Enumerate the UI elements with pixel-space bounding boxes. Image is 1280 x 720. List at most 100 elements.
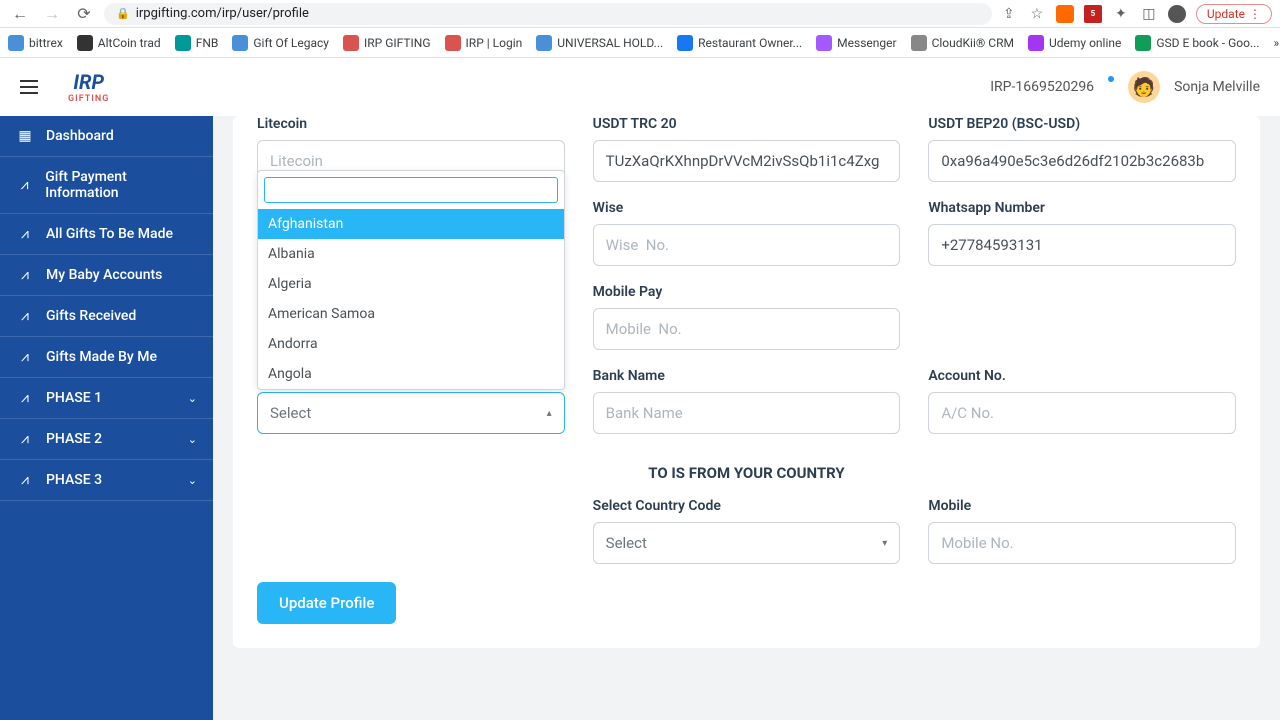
chevron-down-icon: ⌄: [188, 474, 197, 487]
mobile-input[interactable]: [928, 522, 1236, 564]
usdt-trc20-input[interactable]: [593, 140, 901, 182]
app-header: IRP GIFTING IRP-1669520296 🧑 Sonja Melvi…: [0, 58, 1280, 116]
bookmark-item[interactable]: Udemy online: [1028, 35, 1121, 51]
mobile-pay-input[interactable]: [593, 308, 901, 350]
bookmark-favicon-icon: [343, 35, 359, 51]
usdt-trc20-label: USDT TRC 20: [593, 116, 901, 132]
bookmark-item[interactable]: AltCoin trad: [77, 35, 161, 51]
wise-label: Wise: [593, 200, 901, 216]
bookmark-item[interactable]: Messenger: [816, 35, 896, 51]
notification-dot-icon[interactable]: [1108, 76, 1114, 82]
sidebar-item-label: My Baby Accounts: [46, 267, 162, 283]
menu-toggle-button[interactable]: [20, 80, 38, 94]
sidebar-item[interactable]: ⩘ Gift Payment Information: [0, 157, 213, 214]
bookmark-favicon-icon: [536, 35, 552, 51]
sidebar-item[interactable]: ⩘ Gifts Made By Me: [0, 337, 213, 378]
mobile-label: Mobile: [928, 498, 1236, 514]
back-button[interactable]: ←: [8, 2, 32, 26]
logo[interactable]: IRP GIFTING: [68, 70, 109, 104]
chevron-down-icon: ⌄: [188, 433, 197, 446]
sidebar-item-label: Gifts Received: [46, 308, 136, 324]
wise-input[interactable]: [593, 224, 901, 266]
dropdown-option[interactable]: Albania: [258, 239, 564, 269]
litecoin-label: Litecoin: [257, 116, 565, 132]
pulse-icon: ⩘: [16, 177, 33, 193]
url-text: irpgifting.com/irp/user/profile: [136, 6, 309, 21]
bookmark-favicon-icon: [175, 35, 191, 51]
usdt-bep20-input[interactable]: [928, 140, 1236, 182]
extension-b-icon[interactable]: 5: [1084, 5, 1102, 23]
side-panel-icon[interactable]: ◫: [1140, 5, 1158, 23]
bookmark-item[interactable]: FNB: [175, 35, 219, 51]
ac-holder-select[interactable]: Select ▴: [257, 392, 565, 434]
bookmark-item[interactable]: IRP GIFTING: [343, 35, 431, 51]
main-content: Litecoin USDT TRC 20 USDT BEP20 (BSC-USD…: [213, 116, 1280, 720]
bookmark-favicon-icon: [232, 35, 248, 51]
sidebar-item-label: PHASE 1: [46, 390, 102, 406]
dropdown-option[interactable]: Afghanistan: [258, 209, 564, 239]
dropdown-search-input[interactable]: [264, 177, 558, 203]
dropdown-option[interactable]: American Samoa: [258, 299, 564, 329]
sidebar-item[interactable]: ⩘PHASE 2⌄: [0, 419, 213, 460]
kebab-icon: ⋮: [1249, 7, 1261, 21]
pulse-icon: ⩘: [16, 390, 34, 406]
bank-name-input[interactable]: [593, 392, 901, 434]
extensions-icon[interactable]: ✦: [1112, 5, 1130, 23]
star-icon[interactable]: ☆: [1028, 5, 1046, 23]
bookmark-favicon-icon: [911, 35, 927, 51]
bookmark-item[interactable]: GSD E book - Goo...: [1135, 35, 1259, 51]
bookmarks-overflow-icon[interactable]: »: [1273, 36, 1279, 50]
bookmark-favicon-icon: [1135, 35, 1151, 51]
bookmark-item[interactable]: Gift Of Legacy: [232, 35, 329, 51]
bookmark-favicon-icon: [816, 35, 832, 51]
pulse-icon: ⩘: [16, 431, 34, 447]
grid-icon: ▦: [16, 128, 34, 144]
bookmark-item[interactable]: CloudKii® CRM: [911, 35, 1014, 51]
bookmarks-bar: bittrex AltCoin trad FNB Gift Of Legacy IRP …: [0, 28, 1280, 58]
bookmark-favicon-icon: [77, 35, 93, 51]
bookmark-item[interactable]: Restaurant Owner...: [677, 35, 802, 51]
mobile-pay-label: Mobile Pay: [593, 284, 901, 300]
forward-button[interactable]: →: [40, 2, 64, 26]
sidebar-item-label: Gift Payment Information: [45, 169, 197, 201]
pulse-icon: ⩘: [16, 267, 34, 283]
extension-a-icon[interactable]: [1056, 5, 1074, 23]
bookmark-item[interactable]: UNIVERSAL HOLD...: [536, 35, 663, 51]
bookmark-favicon-icon: [677, 35, 693, 51]
profile-avatar-icon[interactable]: [1168, 5, 1186, 23]
reload-button[interactable]: ⟳: [72, 2, 96, 26]
sidebar-item[interactable]: ⩘PHASE 1⌄: [0, 378, 213, 419]
sidebar-item-label: Gifts Made By Me: [46, 349, 157, 365]
country-dropdown: AfghanistanAlbaniaAlgeriaAmerican SamoaA…: [257, 170, 565, 390]
account-no-input[interactable]: [928, 392, 1236, 434]
sidebar-item[interactable]: ⩘ My Baby Accounts: [0, 255, 213, 296]
country-code-select[interactable]: Select ▾: [593, 522, 901, 564]
browser-toolbar: ← → ⟳ 🔒 irpgifting.com/irp/user/profile …: [0, 0, 1280, 28]
pulse-icon: ⩘: [16, 308, 34, 324]
bookmark-favicon-icon: [1028, 35, 1044, 51]
sidebar-item[interactable]: ▦Dashboard: [0, 116, 213, 157]
whatsapp-input[interactable]: [928, 224, 1236, 266]
sidebar-item[interactable]: ⩘PHASE 3⌄: [0, 460, 213, 501]
avatar[interactable]: 🧑: [1128, 71, 1160, 103]
sidebar-item[interactable]: ⩘All Gifts To Be Made: [0, 214, 213, 255]
caret-up-icon: ▴: [547, 408, 552, 419]
update-profile-button[interactable]: Update Profile: [257, 582, 396, 624]
sidebar-item[interactable]: ⩘ Gifts Received: [0, 296, 213, 337]
sidebar-item-label: PHASE 3: [46, 472, 102, 488]
browser-update-button[interactable]: Update ⋮: [1196, 4, 1272, 24]
usdt-bep20-label: USDT BEP20 (BSC-USD): [928, 116, 1236, 132]
dropdown-option[interactable]: Algeria: [258, 269, 564, 299]
whatsapp-label: Whatsapp Number: [928, 200, 1236, 216]
dropdown-option[interactable]: Angola: [258, 359, 564, 389]
pulse-icon: ⩘: [16, 226, 34, 242]
pulse-icon: ⩘: [16, 349, 34, 365]
country-code-label: Select Country Code: [593, 498, 901, 514]
bookmark-favicon-icon: [8, 35, 24, 51]
bookmark-item[interactable]: bittrex: [8, 35, 63, 51]
account-no-label: Account No.: [928, 368, 1236, 384]
address-bar[interactable]: 🔒 irpgifting.com/irp/user/profile: [104, 3, 992, 25]
dropdown-option[interactable]: Andorra: [258, 329, 564, 359]
bookmark-item[interactable]: IRP | Login: [445, 35, 523, 51]
share-icon[interactable]: ⇪: [1000, 5, 1018, 23]
